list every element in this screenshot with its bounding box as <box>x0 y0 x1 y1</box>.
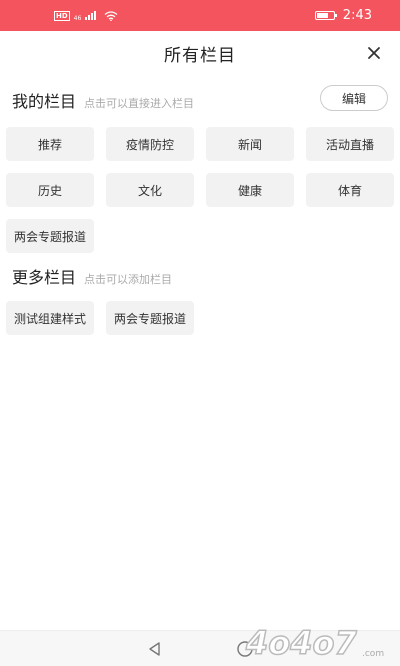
close-icon <box>368 47 380 59</box>
status-time: 2:43 <box>342 8 372 23</box>
page-title: 所有栏目 <box>164 45 236 66</box>
status-left: HD 46 <box>54 9 118 22</box>
my-channel-item[interactable]: 历史 <box>6 173 94 207</box>
close-button[interactable] <box>362 41 386 65</box>
more-section-title: 更多栏目 <box>12 268 77 287</box>
my-channel-item[interactable]: 两会专题报道 <box>6 219 94 253</box>
watermark-logo: 4o4o7 .com <box>244 622 394 662</box>
edit-button[interactable]: 编辑 <box>320 85 388 111</box>
hd-badge: HD <box>54 10 70 21</box>
status-right: 2:43 <box>314 8 372 23</box>
watermark-suffix: .com <box>362 649 384 659</box>
my-section-title: 我的栏目 <box>12 92 77 111</box>
more-channel-grid: 测试组建样式 两会专题报道 <box>6 301 394 335</box>
my-channel-item[interactable]: 体育 <box>306 173 394 207</box>
battery-fill <box>316 13 328 18</box>
back-button[interactable] <box>145 639 165 659</box>
back-triangle-icon <box>149 641 160 656</box>
my-channel-item[interactable]: 新闻 <box>206 127 294 161</box>
status-bar: HD 46 2:43 <box>0 0 400 31</box>
network-type: 46 <box>73 15 82 22</box>
more-section-hint: 点击可以添加栏目 <box>84 273 173 286</box>
more-channel-item[interactable]: 两会专题报道 <box>106 301 194 335</box>
my-section-hint: 点击可以直接进入栏目 <box>84 97 195 110</box>
more-channel-item[interactable]: 测试组建样式 <box>6 301 94 335</box>
my-channel-item[interactable]: 推荐 <box>6 127 94 161</box>
signal-icon <box>85 11 97 20</box>
battery-icon <box>314 11 337 20</box>
watermark-text: 4o4o7 <box>245 624 358 662</box>
watermark-icon: 4o4o7 .com <box>244 623 384 662</box>
my-channel-item[interactable]: 活动直播 <box>306 127 394 161</box>
my-channel-item[interactable]: 疫情防控 <box>106 127 194 161</box>
page-header: 所有栏目 <box>0 31 400 75</box>
my-channel-grid: 推荐 疫情防控 新闻 活动直播历史 文化 健康 体育两会专题报道 <box>6 127 394 253</box>
my-channel-item[interactable]: 文化 <box>106 173 194 207</box>
more-section-header: 更多栏目 点击可以添加栏目 <box>12 264 172 288</box>
my-section-header: 我的栏目 点击可以直接进入栏目 <box>12 88 194 112</box>
wifi-icon <box>104 10 118 21</box>
my-channel-item[interactable]: 健康 <box>206 173 294 207</box>
